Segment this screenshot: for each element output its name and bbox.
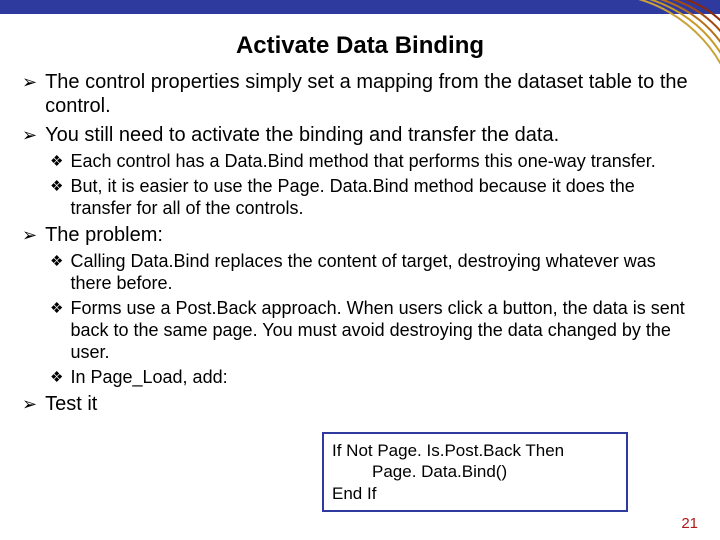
arrow-bullet-icon: ➢	[22, 125, 37, 147]
arrow-bullet-icon: ➢	[22, 225, 37, 247]
bullet-text: Each control has a Data.Bind method that…	[70, 151, 698, 173]
bullet-text: Forms use a Post.Back approach. When use…	[70, 298, 698, 364]
slide-top-bar	[0, 0, 720, 14]
diamond-bullet-icon: ❖	[50, 300, 63, 318]
bullet-text: You still need to activate the binding a…	[45, 123, 698, 147]
bullet-text: The control properties simply set a mapp…	[45, 70, 698, 119]
bullet-text: Calling Data.Bind replaces the content o…	[70, 251, 698, 295]
bullet-text: But, it is easier to use the Page. Data.…	[70, 176, 698, 220]
arrow-bullet-icon: ➢	[22, 394, 37, 416]
code-line: End If	[332, 483, 618, 504]
diamond-bullet-icon: ❖	[50, 253, 63, 271]
code-line: If Not Page. Is.Post.Back Then	[332, 440, 618, 461]
list-item: ❖ In Page_Load, add:	[50, 367, 698, 389]
list-item: ➢ The problem:	[22, 223, 698, 247]
bullet-text: Test it	[45, 392, 698, 416]
bullet-text: The problem:	[45, 223, 698, 247]
list-item: ➢ You still need to activate the binding…	[22, 123, 698, 147]
diamond-bullet-icon: ❖	[50, 369, 63, 387]
list-item: ❖ Forms use a Post.Back approach. When u…	[50, 298, 698, 364]
list-item: ❖ But, it is easier to use the Page. Dat…	[50, 176, 698, 220]
list-item: ❖ Calling Data.Bind replaces the content…	[50, 251, 698, 295]
diamond-bullet-icon: ❖	[50, 178, 63, 196]
bullet-text: In Page_Load, add:	[70, 367, 698, 389]
list-item: ➢ Test it	[22, 392, 698, 416]
list-item: ➢ The control properties simply set a ma…	[22, 70, 698, 119]
slide-body: ➢ The control properties simply set a ma…	[0, 70, 720, 417]
diamond-bullet-icon: ❖	[50, 153, 63, 171]
slide-number: 21	[681, 515, 698, 532]
code-line: Page. Data.Bind()	[332, 461, 618, 482]
slide-title: Activate Data Binding	[0, 32, 720, 60]
arrow-bullet-icon: ➢	[22, 72, 37, 94]
list-item: ❖ Each control has a Data.Bind method th…	[50, 151, 698, 173]
code-snippet-box: If Not Page. Is.Post.Back Then Page. Dat…	[322, 432, 628, 512]
